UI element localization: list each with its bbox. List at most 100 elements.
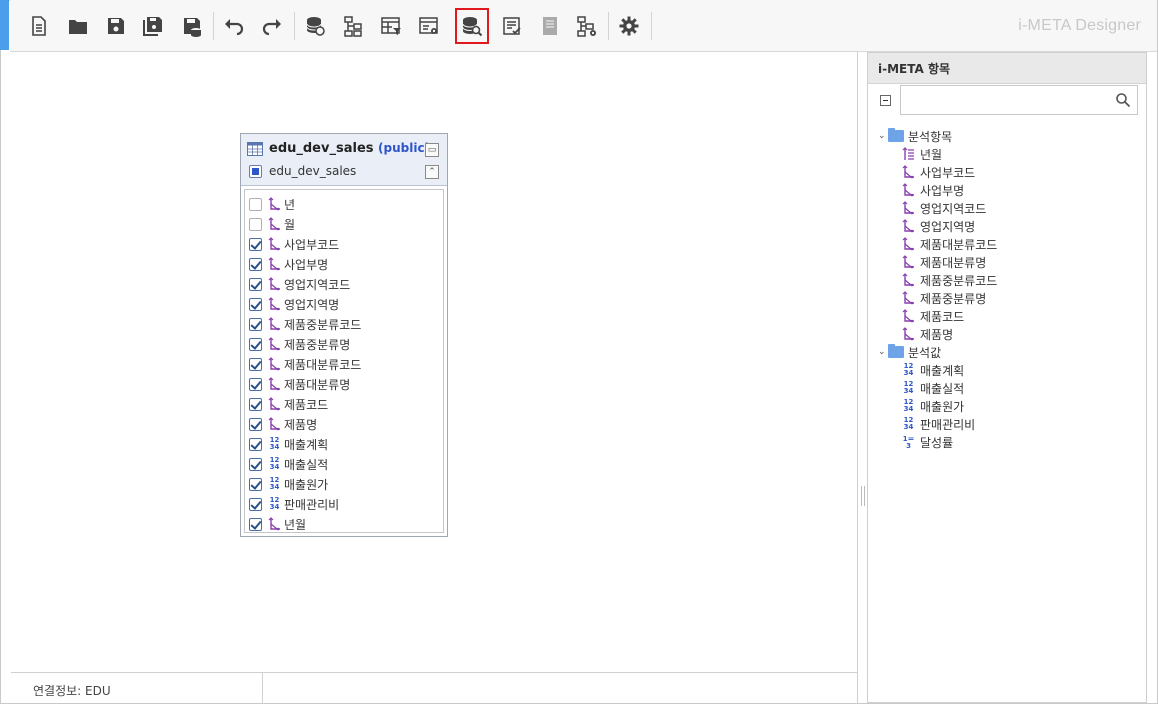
- column-row[interactable]: 사업부명: [249, 254, 328, 274]
- table-box-header[interactable]: edu_dev_sales (public) ▭ edu_dev_sales ⌃: [241, 134, 447, 186]
- column-row[interactable]: 영업지역명: [249, 294, 339, 314]
- column-checkbox[interactable]: [249, 497, 262, 511]
- chevron-down-icon[interactable]: ⌄: [878, 347, 888, 357]
- column-row[interactable]: 12 34 매출계획: [249, 434, 328, 454]
- tree-item[interactable]: 제품대분류코드: [902, 235, 997, 253]
- collapse-all-icon[interactable]: [880, 95, 891, 106]
- search-icon[interactable]: [1115, 92, 1131, 108]
- table-options-button[interactable]: ▭: [425, 143, 439, 157]
- table-settings-icon[interactable]: [412, 8, 446, 44]
- splitter-grip[interactable]: [861, 486, 865, 506]
- meta-panel-title: i-META 항목: [868, 53, 1146, 84]
- save-icon[interactable]: [99, 8, 133, 44]
- tree-item[interactable]: 영업지역코드: [902, 199, 986, 217]
- document-icon[interactable]: [533, 8, 567, 44]
- db-search-icon[interactable]: [455, 8, 489, 44]
- tree-item-label: 달성률: [920, 435, 954, 450]
- dimension-icon: [268, 517, 280, 531]
- search-input[interactable]: [905, 86, 1110, 112]
- meta-panel: i-META 항목 ⌄ 분석항목 년월 사업부코드 사업부명 영업지역코드 영업지역명 제품대…: [867, 52, 1147, 703]
- tree-item-label: 사업부명: [920, 183, 965, 198]
- tree-folder-label: 분석항목: [908, 129, 953, 144]
- search-field[interactable]: [900, 85, 1138, 115]
- column-row[interactable]: 제품명: [249, 414, 317, 434]
- column-checkbox[interactable]: [249, 357, 262, 371]
- hierarchy-icon[interactable]: [336, 8, 370, 44]
- tree-item[interactable]: 사업부코드: [902, 163, 975, 181]
- column-checkbox[interactable]: [249, 517, 262, 531]
- column-label: 제품대분류코드: [284, 357, 362, 372]
- tree-item[interactable]: 제품명: [902, 325, 953, 343]
- table-box[interactable]: edu_dev_sales (public) ▭ edu_dev_sales ⌃…: [240, 133, 448, 537]
- dimension-icon: [268, 197, 280, 211]
- new-document-icon[interactable]: [22, 8, 56, 44]
- column-label: 영업지역명: [284, 297, 340, 312]
- tree-item[interactable]: 1= 3 달성률: [902, 433, 953, 451]
- column-checkbox[interactable]: [249, 377, 262, 391]
- column-label: 영업지역코드: [284, 277, 351, 292]
- checklist-icon[interactable]: [495, 8, 529, 44]
- undo-icon[interactable]: [217, 8, 251, 44]
- column-checkbox[interactable]: [249, 277, 262, 291]
- column-row[interactable]: 제품코드: [249, 394, 328, 414]
- tree-item-label: 제품명: [920, 327, 954, 342]
- column-checkbox[interactable]: [249, 217, 262, 231]
- tree-item[interactable]: 사업부명: [902, 181, 964, 199]
- tree-item[interactable]: 년월: [902, 145, 942, 163]
- column-checkbox[interactable]: [249, 397, 262, 411]
- column-checkbox[interactable]: [249, 337, 262, 351]
- tree-item[interactable]: 12 34 매출실적: [902, 379, 965, 397]
- column-checkbox[interactable]: [249, 197, 262, 211]
- column-checkbox[interactable]: [249, 257, 262, 271]
- tree-item[interactable]: 제품중분류코드: [902, 271, 997, 289]
- save-as-icon[interactable]: [136, 8, 170, 44]
- column-row[interactable]: 제품대분류코드: [249, 354, 361, 374]
- gear-icon[interactable]: [612, 8, 646, 44]
- column-row[interactable]: 12 34 매출실적: [249, 454, 328, 474]
- tree-folder[interactable]: ⌄ 분석항목: [878, 127, 952, 145]
- dimension-icon: [268, 237, 280, 251]
- column-row[interactable]: 제품중분류명: [249, 334, 350, 354]
- column-checkbox[interactable]: [249, 437, 262, 451]
- dimension-icon: [268, 377, 280, 391]
- tree-item[interactable]: 제품코드: [902, 307, 964, 325]
- chevron-down-icon[interactable]: ⌄: [878, 131, 888, 141]
- tree-settings-icon[interactable]: [570, 8, 604, 44]
- panel-splitter[interactable]: [859, 52, 867, 703]
- tree-item-label: 제품중분류명: [920, 291, 987, 306]
- column-row[interactable]: 년월: [249, 514, 306, 534]
- column-row[interactable]: 제품중분류코드: [249, 314, 361, 334]
- tree-folder[interactable]: ⌄ 분석값: [878, 343, 941, 361]
- column-row[interactable]: 12 34 판매관리비: [249, 494, 339, 514]
- accent-strip: [0, 0, 9, 50]
- folder-icon: [888, 344, 904, 358]
- datasource-icon[interactable]: [298, 8, 332, 44]
- tree-folder-label: 분석값: [908, 345, 942, 360]
- tree-item[interactable]: 12 34 매출원가: [902, 397, 965, 415]
- dimension-icon: [268, 337, 280, 351]
- save-db-icon[interactable]: [175, 8, 209, 44]
- table-filter-icon[interactable]: [374, 8, 408, 44]
- select-all-checkbox[interactable]: [249, 165, 262, 178]
- column-row[interactable]: 사업부코드: [249, 234, 339, 254]
- tree-item[interactable]: 제품대분류명: [902, 253, 986, 271]
- tree-item[interactable]: 12 34 판매관리비: [902, 415, 976, 433]
- tree-item[interactable]: 12 34 매출계획: [902, 361, 965, 379]
- open-folder-icon[interactable]: [61, 8, 95, 44]
- column-checkbox[interactable]: [249, 297, 262, 311]
- column-checkbox[interactable]: [249, 417, 262, 431]
- tree-item[interactable]: 제품중분류명: [902, 289, 986, 307]
- tree-item[interactable]: 영업지역명: [902, 217, 975, 235]
- column-row[interactable]: 12 34 매출원가: [249, 474, 328, 494]
- column-row[interactable]: 월: [249, 214, 295, 234]
- column-checkbox[interactable]: [249, 457, 262, 471]
- column-checkbox[interactable]: [249, 237, 262, 251]
- column-row[interactable]: 영업지역코드: [249, 274, 350, 294]
- column-row[interactable]: 제품대분류명: [249, 374, 350, 394]
- redo-icon[interactable]: [255, 8, 289, 44]
- dimension-icon: [268, 317, 280, 331]
- column-checkbox[interactable]: [249, 317, 262, 331]
- collapse-table-button[interactable]: ⌃: [425, 165, 439, 179]
- column-row[interactable]: 년: [249, 194, 295, 214]
- column-checkbox[interactable]: [249, 477, 262, 491]
